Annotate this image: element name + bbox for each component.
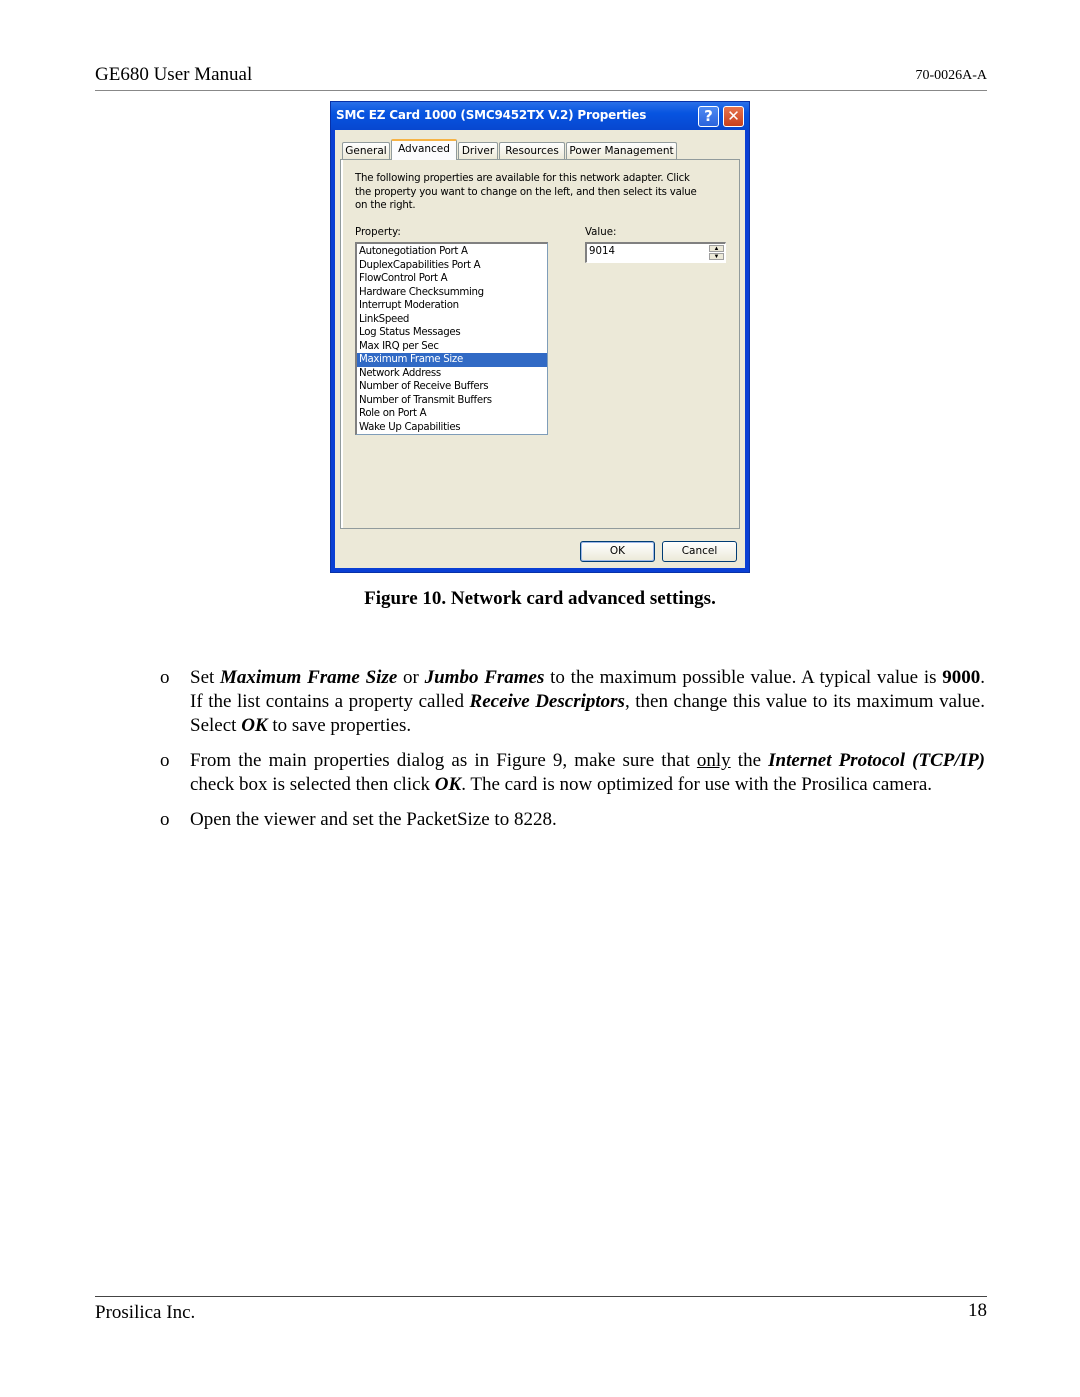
- instruction-item: o From the main properties dialog as in …: [160, 749, 985, 797]
- ok-button[interactable]: OK: [580, 541, 655, 562]
- text: or: [397, 667, 425, 688]
- spin-buttons: ▲ ▼: [709, 245, 724, 261]
- tab-driver[interactable]: Driver: [458, 142, 498, 159]
- dialog-titlebar: SMC EZ Card 1000 (SMC9452TX V.2) Propert…: [331, 102, 749, 130]
- property-item[interactable]: Hardware Checksumming: [357, 286, 547, 300]
- bullet-marker: o: [160, 809, 170, 830]
- page-number: 18: [968, 1300, 987, 1321]
- property-list[interactable]: Autonegotiation Port A DuplexCapabilitie…: [355, 242, 548, 435]
- text: the: [730, 750, 769, 771]
- advanced-panel: The following properties are available f…: [340, 159, 740, 529]
- company-name: Prosilica Inc.: [95, 1302, 196, 1323]
- tab-general[interactable]: General: [342, 142, 390, 159]
- document-number: 70-0026A-A: [915, 68, 987, 83]
- dialog-client: General Advanced Driver Resources Power …: [335, 130, 745, 568]
- property-item[interactable]: DuplexCapabilities Port A: [357, 259, 547, 273]
- help-button[interactable]: ?: [698, 106, 719, 127]
- text: . The card is now optimized for use with…: [461, 774, 933, 795]
- property-item[interactable]: FlowControl Port A: [357, 272, 547, 286]
- text: to the maximum possible value. A typical…: [544, 667, 943, 688]
- instruction-item: o Set Maximum Frame Size or Jumbo Frames…: [160, 666, 985, 738]
- bullet-marker: o: [160, 750, 170, 771]
- property-item[interactable]: Max IRQ per Sec: [357, 340, 547, 354]
- property-item[interactable]: Role on Port A: [357, 407, 547, 421]
- spin-down-icon[interactable]: ▼: [709, 253, 724, 260]
- property-item[interactable]: Network Address: [357, 367, 547, 381]
- value-label: Value:: [585, 227, 617, 238]
- page-header: GE680 User Manual 70-0026A-A: [95, 64, 987, 91]
- help-icon: ?: [704, 107, 713, 125]
- text: check box is selected then click: [190, 774, 435, 795]
- panel-description: The following properties are available f…: [355, 173, 697, 211]
- text: Set: [190, 667, 221, 688]
- property-item[interactable]: Wake Up Capabilities: [357, 421, 547, 435]
- instruction-list: o Set Maximum Frame Size or Jumbo Frames…: [160, 666, 985, 843]
- spin-up-icon[interactable]: ▲: [709, 245, 724, 252]
- close-button[interactable]: ✕: [723, 106, 744, 127]
- text: From the main properties dialog as in Fi…: [190, 750, 697, 771]
- property-item[interactable]: Interrupt Moderation: [357, 299, 547, 313]
- instruction-item: o Open the viewer and set the PacketSize…: [160, 808, 985, 832]
- tab-advanced[interactable]: Advanced: [391, 139, 457, 160]
- property-item-selected[interactable]: Maximum Frame Size: [357, 353, 547, 367]
- page-footer: Prosilica Inc. 18: [95, 1296, 987, 1323]
- value-input[interactable]: 9014: [589, 246, 615, 257]
- emphasis: OK: [241, 715, 268, 736]
- cancel-button[interactable]: Cancel: [662, 541, 737, 562]
- property-item[interactable]: Number of Transmit Buffers: [357, 394, 547, 408]
- property-item[interactable]: Autonegotiation Port A: [357, 245, 547, 259]
- property-item[interactable]: Number of Receive Buffers: [357, 380, 547, 394]
- property-label: Property:: [355, 227, 401, 238]
- emphasis: Receive Descriptors: [469, 691, 625, 712]
- close-icon: ✕: [727, 107, 740, 125]
- emphasis: OK: [434, 774, 462, 795]
- tab-power-management[interactable]: Power Management: [566, 142, 677, 159]
- property-item[interactable]: LinkSpeed: [357, 313, 547, 327]
- dialog-title: SMC EZ Card 1000 (SMC9452TX V.2) Propert…: [336, 108, 647, 122]
- manual-title: GE680 User Manual: [95, 64, 253, 85]
- properties-dialog-screenshot: SMC EZ Card 1000 (SMC9452TX V.2) Propert…: [330, 101, 750, 573]
- text: Open the viewer and set the PacketSize t…: [190, 809, 557, 830]
- property-item[interactable]: Log Status Messages: [357, 326, 547, 340]
- underlined-text: only: [696, 750, 731, 771]
- value-spinbox[interactable]: 9014 ▲ ▼: [585, 242, 726, 263]
- tab-resources[interactable]: Resources: [499, 142, 565, 159]
- emphasis: Jumbo Frames: [424, 667, 545, 688]
- emphasis: Maximum Frame Size: [220, 667, 398, 688]
- figure-caption: Figure 10. Network card advanced setting…: [364, 588, 716, 609]
- emphasis: 9000: [942, 667, 981, 688]
- emphasis: Internet Protocol (TCP/IP): [768, 750, 985, 771]
- bullet-marker: o: [160, 667, 170, 688]
- text: to save properties.: [267, 715, 412, 736]
